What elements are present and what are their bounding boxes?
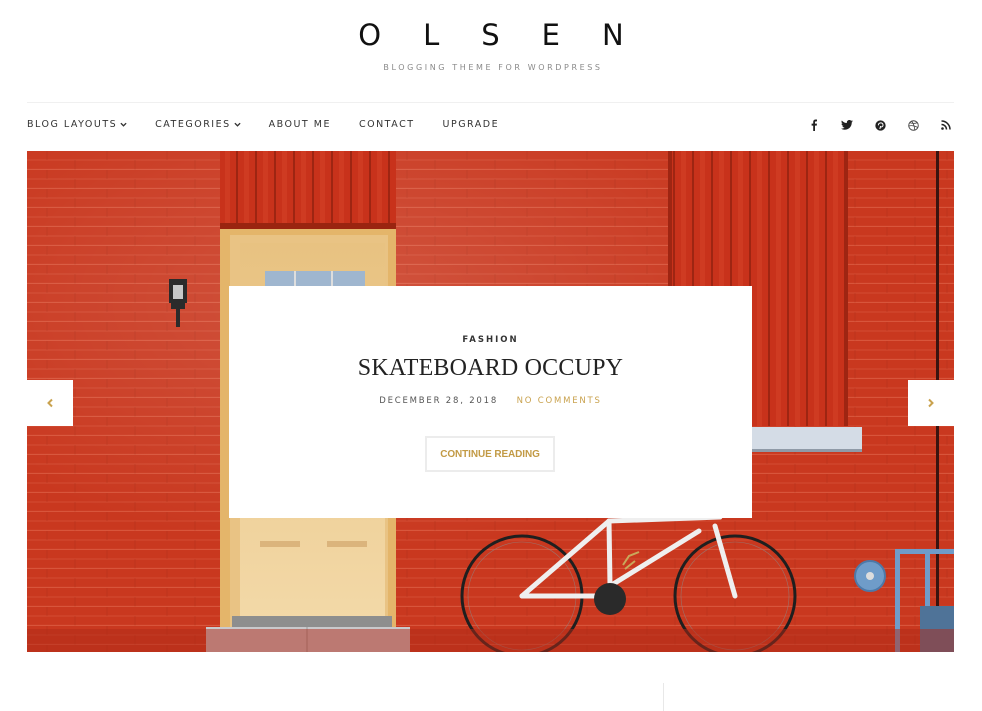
sidebar-divider (663, 683, 664, 711)
nav-item-label: BLOG LAYOUTS (27, 119, 118, 130)
social-links (806, 117, 971, 133)
chevron-down-icon (120, 122, 127, 127)
nav-item-contact[interactable]: CONTACT (359, 119, 415, 130)
nav-item-label: CONTACT (358, 119, 415, 130)
post-date: DECEMBER 28, 2018 (379, 396, 499, 406)
dribbble-icon[interactable] (905, 117, 921, 133)
slider-next-button[interactable] (908, 380, 954, 426)
continue-reading-button[interactable]: CONTINUE READING (425, 436, 555, 472)
rss-icon[interactable] (938, 117, 954, 133)
nav-item-blog-layouts[interactable]: BLOG LAYOUTS (27, 119, 127, 130)
post-meta: DECEMBER 28, 2018 NO COMMENTS (229, 396, 752, 406)
nav-item-categories[interactable]: CATEGORIES (155, 119, 241, 130)
slider-prev-button[interactable] (27, 380, 73, 426)
chevron-right-icon (928, 398, 934, 408)
nav-item-about-me[interactable]: ABOUT ME (269, 119, 331, 130)
site-description: BLOGGING THEME FOR WORDPRESS (383, 63, 603, 72)
nav-item-label: ABOUT ME (268, 119, 331, 130)
twitter-icon[interactable] (839, 117, 855, 133)
header-divider (27, 102, 954, 103)
post-title[interactable]: SKATEBOARD OCCUPY (229, 355, 752, 382)
facebook-icon[interactable] (806, 117, 822, 133)
post-comments-link[interactable]: NO COMMENTS (517, 396, 602, 406)
site-title[interactable]: OLSEN (0, 18, 982, 52)
post-category[interactable]: FASHION (229, 335, 752, 345)
main-navigation: BLOG LAYOUTS CATEGORIES ABOUT ME CONTACT… (27, 119, 527, 130)
pinterest-icon[interactable] (872, 117, 888, 133)
nav-item-label: CATEGORIES (155, 119, 231, 130)
nav-item-upgrade[interactable]: UPGRADE (443, 119, 500, 130)
nav-item-label: UPGRADE (442, 119, 500, 130)
chevron-down-icon (234, 122, 241, 127)
chevron-left-icon (47, 398, 53, 408)
slide-caption: FASHION SKATEBOARD OCCUPY DECEMBER 28, 2… (229, 286, 752, 518)
